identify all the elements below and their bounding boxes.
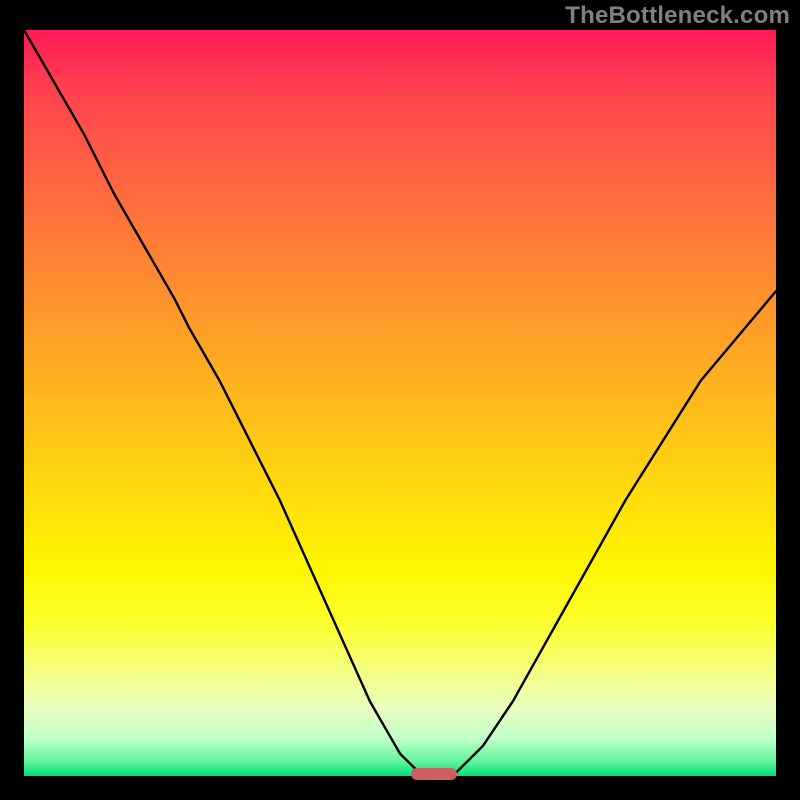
bottleneck-marker (411, 768, 457, 780)
bottleneck-curve (24, 30, 776, 776)
watermark-text: TheBottleneck.com (565, 2, 790, 30)
curve-right (456, 291, 776, 772)
chart-container: TheBottleneck.com (0, 0, 800, 800)
curve-left (24, 30, 419, 772)
